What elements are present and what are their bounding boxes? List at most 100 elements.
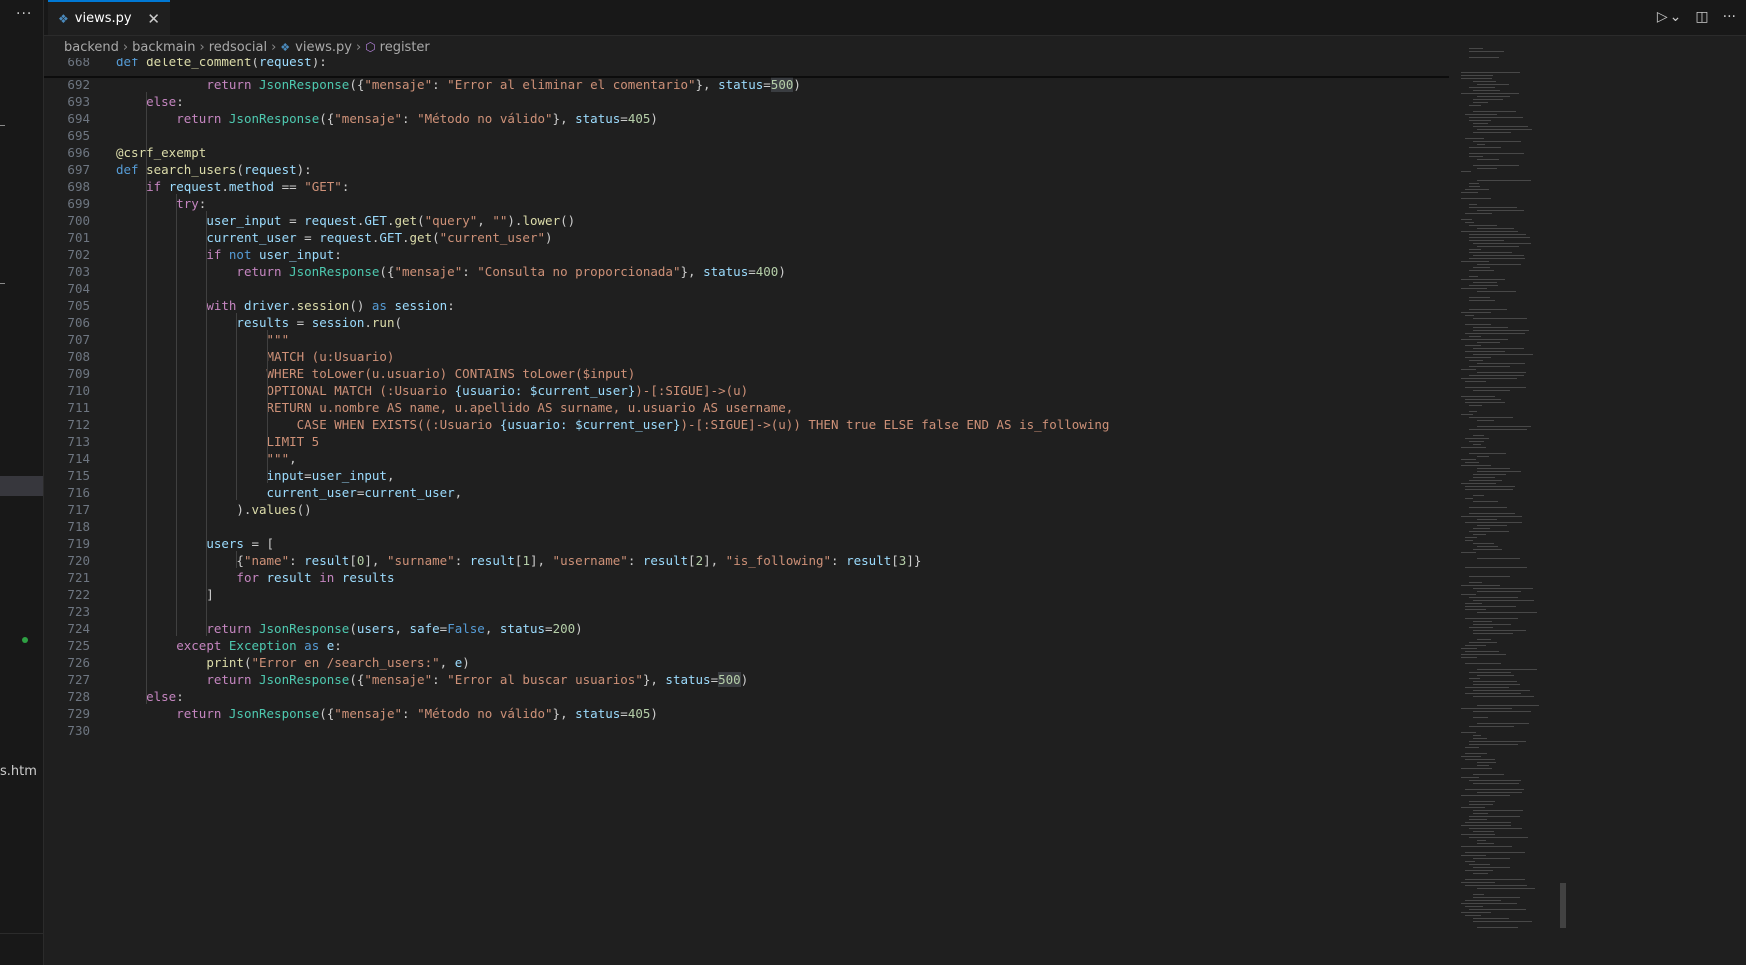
minimap-line: [1469, 147, 1501, 148]
minimap-line: [1473, 528, 1490, 529]
minimap-line: [1465, 438, 1489, 439]
minimap-line: [1461, 795, 1510, 796]
minimap-line: [1473, 123, 1488, 124]
minimap-line: [1469, 153, 1524, 154]
minimap-line: [1473, 330, 1529, 331]
more-actions-icon[interactable]: ···: [16, 6, 32, 22]
minimap-line: [1477, 840, 1486, 841]
minimap-line: [1469, 780, 1521, 781]
minimap-line: [1469, 513, 1515, 514]
minimap-line: [1469, 828, 1522, 829]
minimap-line: [1477, 426, 1531, 427]
minimap-line: [1469, 360, 1483, 361]
minimap-line: [1461, 396, 1495, 397]
minimap-line: [1469, 744, 1518, 745]
minimap-line: [1473, 813, 1488, 814]
breadcrumb-item-file[interactable]: views.py: [295, 40, 352, 55]
tree-indent-mark: [0, 125, 5, 126]
minimap-line: [1473, 684, 1520, 685]
tab-views-py[interactable]: ❖ views.py ✕: [48, 0, 170, 35]
sidebar-selected-item[interactable]: [0, 476, 43, 496]
minimap-line: [1477, 246, 1519, 247]
chevron-down-icon[interactable]: ⌄: [1670, 9, 1682, 25]
minimap-line: [1473, 255, 1524, 256]
breadcrumb-item-redsocial[interactable]: redsocial: [209, 40, 267, 55]
minimap-line: [1473, 549, 1502, 550]
minimap[interactable]: [1455, 48, 1560, 928]
minimap-line: [1469, 597, 1518, 598]
minimap-line: [1461, 855, 1486, 856]
run-icon[interactable]: ▷: [1657, 9, 1668, 25]
minimap-line: [1465, 645, 1486, 646]
chevron-right-icon: ›: [355, 39, 362, 55]
minimap-line: [1473, 90, 1500, 91]
indent-guide: [176, 194, 178, 636]
minimap-line: [1469, 909, 1526, 910]
minimap-line: [1477, 168, 1497, 169]
minimap-line: [1473, 624, 1511, 625]
minimap-line: [1461, 279, 1505, 280]
close-icon[interactable]: ✕: [147, 10, 160, 28]
indent-guide: [236, 551, 238, 568]
minimap-line: [1469, 678, 1480, 679]
minimap-line: [1461, 78, 1492, 79]
minimap-line: [1477, 84, 1509, 85]
indent-guide: [236, 313, 238, 500]
minimap-line: [1461, 198, 1491, 199]
minimap-line: [1465, 357, 1491, 358]
minimap-line: [1473, 690, 1530, 691]
minimap-line: [1461, 657, 1477, 658]
minimap-line: [1469, 204, 1477, 205]
minimap-line: [1465, 567, 1527, 568]
minimap-line: [1465, 489, 1513, 490]
minimap-line: [1473, 588, 1533, 589]
minimap-line: [1469, 819, 1487, 820]
minimap-line: [1473, 831, 1494, 832]
minimap-line: [1469, 576, 1510, 577]
minimap-line: [1477, 723, 1529, 724]
minimap-line: [1461, 654, 1506, 655]
minimap-line: [1477, 372, 1526, 373]
symbol-method-icon: ⬡: [365, 40, 376, 54]
split-editor-icon[interactable]: ◫: [1695, 9, 1708, 25]
breadcrumb: backend › backmain › redsocial › ❖ views…: [64, 36, 430, 58]
python-file-icon: ❖: [58, 11, 69, 26]
sticky-scroll-line[interactable]: 668 def delete_comment(request):: [44, 58, 1604, 71]
minimap-line: [1469, 252, 1512, 253]
minimap-line: [1461, 465, 1491, 466]
minimap-line: [1465, 387, 1526, 388]
minimap-line: [1469, 366, 1510, 367]
minimap-line: [1477, 159, 1499, 160]
minimap-line: [1465, 870, 1493, 871]
minimap-line: [1465, 402, 1505, 403]
minimap-line: [1465, 603, 1482, 604]
sidebar-file-item[interactable]: s.htm: [0, 764, 37, 779]
minimap-line: [1465, 333, 1525, 334]
minimap-line: [1461, 369, 1476, 370]
sidebar-divider: [0, 933, 43, 934]
minimap-line: [1477, 765, 1489, 766]
minimap-line: [1473, 81, 1496, 82]
minimap-line: [1473, 474, 1506, 475]
breadcrumb-item-backend[interactable]: backend: [64, 40, 119, 55]
minimap-line: [1477, 612, 1537, 613]
minimap-line: [1461, 825, 1511, 826]
more-actions-icon[interactable]: ···: [1723, 9, 1736, 25]
code-editor[interactable]: 692 return JsonResponse({"mensaje": "Err…: [44, 58, 1644, 918]
minimap-line: [1477, 558, 1520, 559]
minimap-line: [1469, 441, 1484, 442]
minimap-line: [1465, 498, 1473, 499]
minimap-line: [1473, 738, 1487, 739]
minimap-line: [1473, 327, 1508, 328]
breadcrumb-item-symbol[interactable]: register: [380, 40, 430, 55]
minimap-line: [1465, 900, 1501, 901]
minimap-line: [1465, 789, 1524, 790]
scrollbar-thumb[interactable]: [1560, 883, 1566, 928]
minimap-line: [1477, 639, 1491, 640]
breadcrumb-item-backmain[interactable]: backmain: [132, 40, 195, 55]
minimap-line: [1465, 213, 1492, 214]
vertical-scrollbar[interactable]: [1560, 48, 1566, 928]
code-line[interactable]: 730: [44, 721, 1604, 740]
minimap-line: [1469, 120, 1491, 121]
minimap-line: [1473, 444, 1481, 445]
